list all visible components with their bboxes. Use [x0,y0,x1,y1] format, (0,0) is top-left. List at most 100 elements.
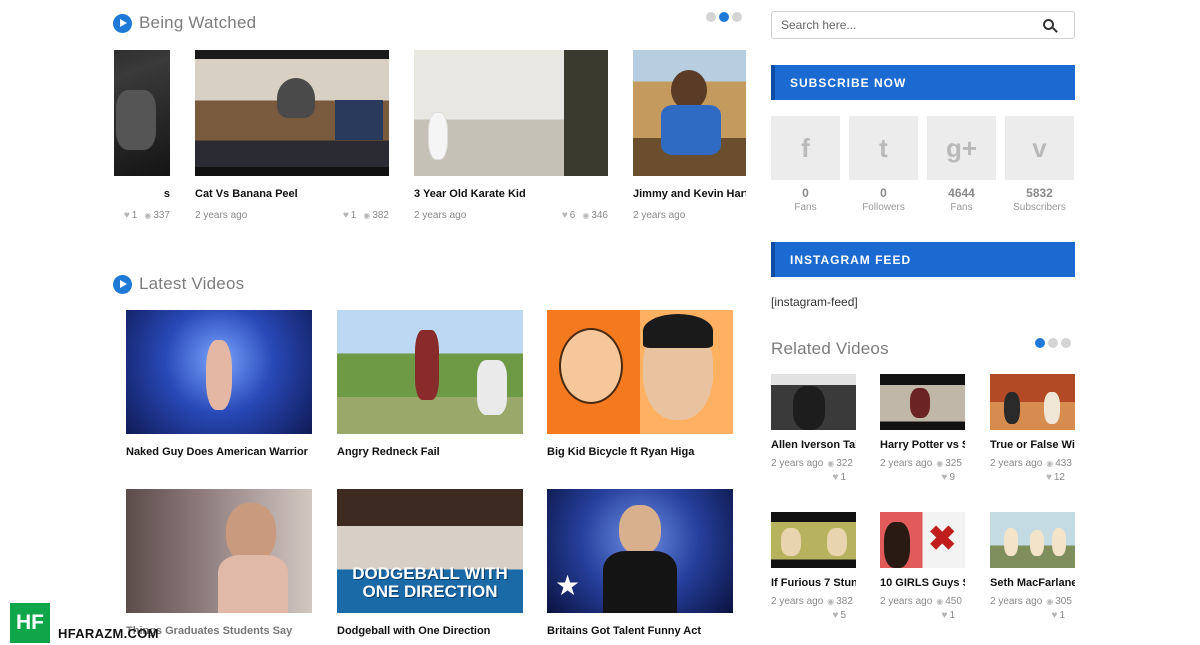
facebook-icon[interactable]: f [771,116,840,180]
social-label: Subscribers [1013,202,1066,213]
video-thumbnail[interactable] [990,374,1075,430]
video-title[interactable]: Cat Vs Banana Peel [195,188,389,200]
related-video-card[interactable]: Allen Iverson Talk 2 years ago322 1 [771,374,856,483]
video-title[interactable]: Angry Redneck Fail [337,446,523,458]
video-time: 2 years ago [771,458,824,469]
video-meta: 2 years ago382 [771,596,856,607]
twitter-icon[interactable]: t [849,116,918,180]
likes-count: 1 [833,472,847,483]
video-thumbnail[interactable]: ★ [547,489,733,613]
play-circle-icon [113,13,132,33]
related-video-card[interactable]: Harry Potter vs St 2 years ago325 9 [880,374,965,483]
video-title[interactable]: Harry Potter vs St [880,439,965,451]
video-title[interactable]: 3 Year Old Karate Kid [414,188,608,200]
likes-row: 1 [771,472,856,483]
video-title[interactable]: Britains Got Talent Funny Act [547,625,733,637]
social-twitter[interactable]: t 0 Followers [849,116,918,213]
pager-dot-active[interactable] [719,12,729,22]
video-title[interactable]: Allen Iverson Talk [771,439,856,451]
related-video-card[interactable]: True or False With 2 years ago433 12 [990,374,1075,483]
pager-dot[interactable] [732,12,742,22]
likes-count: 6 [562,210,576,221]
video-card[interactable]: Big Kid Bicycle ft Ryan Higa [547,310,733,458]
video-title[interactable]: If Furious 7 Stunt [771,577,856,589]
watermark-logo: HF [10,603,50,643]
cross-icon: ✖ [928,520,957,558]
video-thumbnail[interactable] [195,50,389,176]
video-thumbnail[interactable] [633,50,746,176]
views-count: 325 [936,458,962,469]
video-meta: 2 years ago325 [880,458,965,469]
subscribe-header: SUBSCRIBE NOW [771,65,1075,100]
related-video-card[interactable]: If Furious 7 Stunt 2 years ago382 5 [771,512,856,621]
video-card[interactable]: DODGEBALL WITH ONE DIRECTION Dodgeball w… [337,489,523,637]
social-label: Fans [950,202,973,213]
related-video-card[interactable]: Seth MacFarlane' 2 years ago305 1 [990,512,1075,621]
video-card[interactable]: Jimmy and Kevin Hart I 2 years ago [633,50,746,221]
pager-dot[interactable] [1061,338,1071,348]
video-thumbnail[interactable] [771,512,856,568]
video-card[interactable]: Things Graduates Students Say [126,489,312,637]
likes-count: 5 [833,610,847,621]
video-thumbnail[interactable]: DODGEBALL WITH ONE DIRECTION [337,489,523,613]
video-thumbnail[interactable] [880,374,965,430]
video-thumbnail[interactable] [771,374,856,430]
video-time: 2 years ago [771,596,824,607]
video-title[interactable]: Seth MacFarlane' [990,577,1075,589]
video-meta: 2 years ago [633,210,746,221]
views-count: 433 [1046,458,1072,469]
video-card[interactable]: Angry Redneck Fail [337,310,523,458]
views-count: 382 [363,210,389,221]
social-label: Fans [794,202,817,213]
video-meta: 2 years ago322 [771,458,856,469]
social-vine[interactable]: v 5832 Subscribers [1005,116,1074,213]
search-input[interactable] [781,18,1031,32]
social-facebook[interactable]: f 0 Fans [771,116,840,213]
video-title[interactable]: Naked Guy Does American Warrior [126,446,312,458]
video-title[interactable]: Jimmy and Kevin Hart I [633,188,746,200]
vine-icon[interactable]: v [1005,116,1074,180]
star-icon: ★ [555,570,581,601]
social-googleplus[interactable]: g+ 4644 Fans [927,116,996,213]
video-thumbnail[interactable] [126,489,312,613]
video-card[interactable]: ★ Britains Got Talent Funny Act [547,489,733,637]
social-label: Followers [862,202,905,213]
video-thumbnail[interactable] [337,310,523,434]
likes-row: 5 [771,610,856,621]
search-box [771,11,1075,39]
video-time: 2 years ago [633,210,686,221]
pager-dot[interactable] [1048,338,1058,348]
social-count: 5832 [1026,186,1053,200]
video-title[interactable]: Dodgeball with One Direction [337,625,523,637]
search-icon[interactable] [1043,19,1054,30]
video-card[interactable]: Naked Guy Does American Warrior [126,310,312,458]
video-time: 2 years ago [990,458,1043,469]
video-thumbnail[interactable] [547,310,733,434]
video-title[interactable]: 10 GIRLS Guys Sh [880,577,965,589]
being-watched-pager [706,12,742,22]
video-title[interactable]: s [114,188,170,200]
video-card[interactable]: s 1 337 [114,50,170,221]
video-card[interactable]: Cat Vs Banana Peel 2 years ago 1 382 [195,50,389,221]
video-card[interactable]: 3 Year Old Karate Kid 2 years ago 6 346 [414,50,608,221]
video-thumbnail[interactable] [114,50,170,176]
video-title[interactable]: Big Kid Bicycle ft Ryan Higa [547,446,733,458]
likes-count: 1 [1052,610,1066,621]
likes-row: 12 [990,472,1075,483]
views-count: 346 [582,210,608,221]
video-thumbnail[interactable] [990,512,1075,568]
related-video-card[interactable]: ✖ 10 GIRLS Guys Sh 2 years ago450 1 [880,512,965,621]
pager-dot[interactable] [706,12,716,22]
video-thumbnail[interactable]: ✖ [880,512,965,568]
video-thumbnail[interactable] [126,310,312,434]
video-meta: 2 years ago 6 346 [414,210,608,221]
pager-dot-active[interactable] [1035,338,1045,348]
video-time: 2 years ago [414,210,467,221]
video-thumbnail[interactable] [414,50,608,176]
being-watched-title: Being Watched [139,13,257,32]
being-watched-carousel: s 1 337 Cat Vs Banana Peel 2 years ago 1… [114,50,746,225]
video-title[interactable]: True or False With [990,439,1075,451]
video-overlay-text: DODGEBALL WITH ONE DIRECTION [352,564,508,601]
views-count: 305 [1046,596,1072,607]
googleplus-icon[interactable]: g+ [927,116,996,180]
